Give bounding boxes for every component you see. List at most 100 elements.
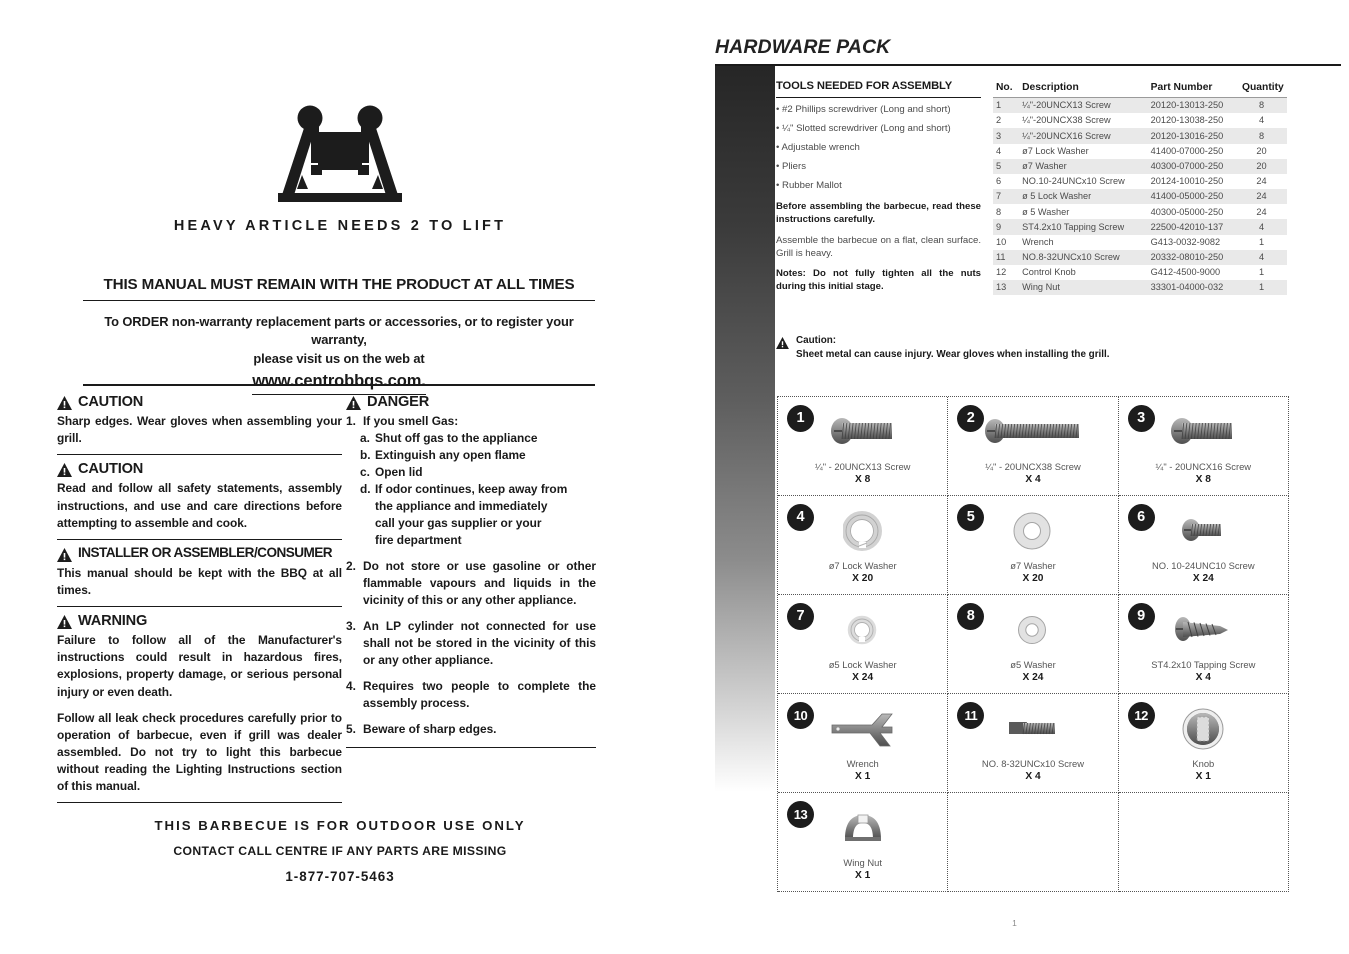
lift-caption: HEAVY ARTICLE NEEDS 2 TO LIFT xyxy=(173,218,507,234)
cell-quantity: 24 xyxy=(1256,176,1267,187)
danger-subitem-number: d. xyxy=(360,482,371,497)
hardware-label: Wrench xyxy=(846,758,879,769)
table-row: 2 ¼"-20UNCX38 Screw 20120-13038-250 4 xyxy=(993,113,1287,128)
danger-subitem-text: Extinguish any open flame xyxy=(375,448,526,463)
order-parts-block: To ORDER non-warranty replacement parts … xyxy=(78,313,600,396)
section-title: INSTALLER OR ASSEMBLER/CONSUMER xyxy=(78,544,333,560)
right-page: HARDWARE PACK TOOLS NEEDED FOR ASSEMBLY … xyxy=(680,0,1349,954)
danger-item-number: 3. xyxy=(346,619,356,634)
support-phone-number[interactable]: 1-877-707-5463 xyxy=(0,869,680,884)
hardware-cell-11: 11 NO. 8-32UNCx10 Screw X 4 xyxy=(948,694,1119,793)
hardware-quantity: X 1 xyxy=(855,771,871,783)
page-number: 1 xyxy=(1012,918,1017,928)
cell-part-number: 22500-42010-137 xyxy=(1150,221,1224,232)
section-body: This manual should be kept with the BBQ … xyxy=(57,565,342,597)
section-installer-assembler-consumer: INSTALLER OR ASSEMBLER/CONSUMER This man… xyxy=(57,544,342,608)
manual-page-spread: HEAVY ARTICLE NEEDS 2 TO LIFT THIS MANUA… xyxy=(0,0,1349,954)
cell-description: NO.8-32UNCx10 Screw xyxy=(1022,252,1120,263)
hardware-number-badge: 8 xyxy=(957,603,985,630)
parts-table: No. Description Part Number Quantity 1 ¼"… xyxy=(993,80,1287,296)
cell-part-number: 20332-08010-250 xyxy=(1150,252,1224,263)
cell-quantity: 8 xyxy=(1258,130,1265,141)
danger-column: DANGER 1. If you smell Gas: a. Shut off … xyxy=(346,390,596,754)
table-row: 1 ¼"-20UNCX13 Screw 20120-13013-250 8 xyxy=(993,97,1287,114)
warning-triangle-icon xyxy=(776,337,789,349)
hardware-label: ST4.2x10 Tapping Screw xyxy=(1151,659,1256,670)
hardware-cell-4: 4 ø7 Lock Washer X 20 xyxy=(778,496,949,595)
before-assembling-note: Before assembling the barbecue, read the… xyxy=(776,201,981,226)
hardware-quantity: X 8 xyxy=(855,474,871,486)
danger-item-4: 4. Requires two people to complete the a… xyxy=(346,678,596,712)
hardware-quantity: X 24 xyxy=(1192,573,1214,585)
danger-subitem-d-cont-1: the appliance and immediately xyxy=(375,499,548,514)
caution-label: Caution: xyxy=(796,335,837,346)
danger-subitem-text: Open lid xyxy=(375,465,423,480)
hardware-quantity: X 4 xyxy=(1195,672,1211,684)
table-row: 12 Control Knob G412-4500-9000 1 xyxy=(993,265,1287,280)
cell-part-number: 33301-04000-032 xyxy=(1150,282,1224,293)
caution-body: Sheet metal can cause injury. Wear glove… xyxy=(796,348,1110,360)
danger-item-number: 5. xyxy=(346,722,356,737)
cell-no: 8 xyxy=(996,206,1002,217)
table-row: 7 ø 5 Lock Washer 41400-05000-250 24 xyxy=(993,189,1287,205)
column-header-quantity: Quantity xyxy=(1236,80,1287,98)
danger-subitem-text: If odor continues, keep away from xyxy=(375,482,568,497)
left-page: HEAVY ARTICLE NEEDS 2 TO LIFT THIS MANUA… xyxy=(0,0,680,954)
cell-quantity: 4 xyxy=(1258,115,1265,126)
pan-head-screw-short-icon xyxy=(1180,508,1226,554)
hardware-cell-empty xyxy=(1118,793,1289,892)
danger-item-number: 2. xyxy=(346,559,356,574)
danger-subitem-b: b. Extinguish any open flame xyxy=(346,447,596,464)
cell-quantity: 1 xyxy=(1258,236,1265,247)
hardware-cell-13: 13 Wing Nut X 1 xyxy=(778,793,949,892)
hardware-quantity: X 1 xyxy=(855,870,871,882)
cell-quantity: 1 xyxy=(1258,267,1265,278)
cell-quantity: 20 xyxy=(1256,160,1267,171)
warning-paragraph-2: Follow all leak check procedures careful… xyxy=(57,710,342,794)
flat-head-screw-icon xyxy=(1007,706,1059,752)
cell-description: ø 5 Lock Washer xyxy=(1022,191,1092,202)
sheet-metal-caution: Caution: Sheet metal can cause injury. W… xyxy=(776,334,1276,361)
hardware-cell-2: 2 ¼" - 20UNCX38 Screw X 4 xyxy=(948,397,1119,496)
cell-description: ø7 Washer xyxy=(1022,160,1067,171)
flat-washer-small-icon xyxy=(1015,607,1051,653)
hardware-number-badge: 13 xyxy=(787,801,814,828)
section-divider xyxy=(57,454,342,456)
cell-description: NO.10-24UNCx10 Screw xyxy=(1022,176,1125,187)
section-divider xyxy=(57,802,342,804)
section-body: Failure to follow all of the Manufacture… xyxy=(57,632,342,795)
danger-item-5: 5. Beware of sharp edges. xyxy=(346,721,596,738)
hardware-cell-9: 9 ST4.2x10 Tapping Screw X 4 xyxy=(1118,595,1289,694)
tool-item: • #2 Phillips screwdriver (Long and shor… xyxy=(776,104,951,115)
hardware-cell-3: 3 ¼" - 20UNCX16 Screw X 8 xyxy=(1118,397,1289,496)
danger-item-text: Beware of sharp edges. xyxy=(363,722,497,737)
column-header-no: No. xyxy=(993,80,1020,98)
section-divider xyxy=(57,606,342,608)
cell-quantity: 24 xyxy=(1256,191,1267,202)
hardware-label: ¼" - 20UNCX13 Screw xyxy=(814,461,911,472)
tools-needed-panel: TOOLS NEEDED FOR ASSEMBLY • #2 Phillips … xyxy=(776,80,981,294)
danger-item-text: Requires two people to complete the asse… xyxy=(363,679,596,711)
hardware-number-badge: 5 xyxy=(957,504,985,531)
flat-surface-note: Assemble the barbecue on a flat, clean s… xyxy=(776,234,981,259)
tapping-screw-icon xyxy=(1172,607,1234,653)
cell-description: Wing Nut xyxy=(1022,282,1060,293)
cell-no: 2 xyxy=(996,115,1002,126)
cell-no: 3 xyxy=(996,130,1002,141)
outdoor-use-notice: THIS BARBECUE IS FOR OUTDOOR USE ONLY xyxy=(154,818,526,833)
hardware-label: ø7 Washer xyxy=(1010,560,1056,571)
cell-part-number: 20120-13016-250 xyxy=(1150,130,1224,141)
hardware-label: NO. 8-32UNCx10 Screw xyxy=(981,758,1085,769)
hardware-number-badge: 3 xyxy=(1127,405,1155,432)
pan-head-screw-long-icon xyxy=(983,409,1083,455)
hardware-cell-5: 5 ø7 Washer X 20 xyxy=(948,496,1119,595)
hardware-number-badge: 10 xyxy=(787,702,814,729)
side-gradient-bar xyxy=(715,66,775,792)
hardware-quantity: X 20 xyxy=(852,573,874,585)
order-line-2: please visit us on the web at xyxy=(253,350,425,366)
danger-item-number: 4. xyxy=(346,679,356,694)
hardware-cell-10: 10 Wrench X 1 xyxy=(778,694,949,793)
hardware-label: ø7 Lock Washer xyxy=(828,560,897,571)
columns-top-rule xyxy=(83,384,595,386)
cell-quantity: 4 xyxy=(1258,221,1265,232)
